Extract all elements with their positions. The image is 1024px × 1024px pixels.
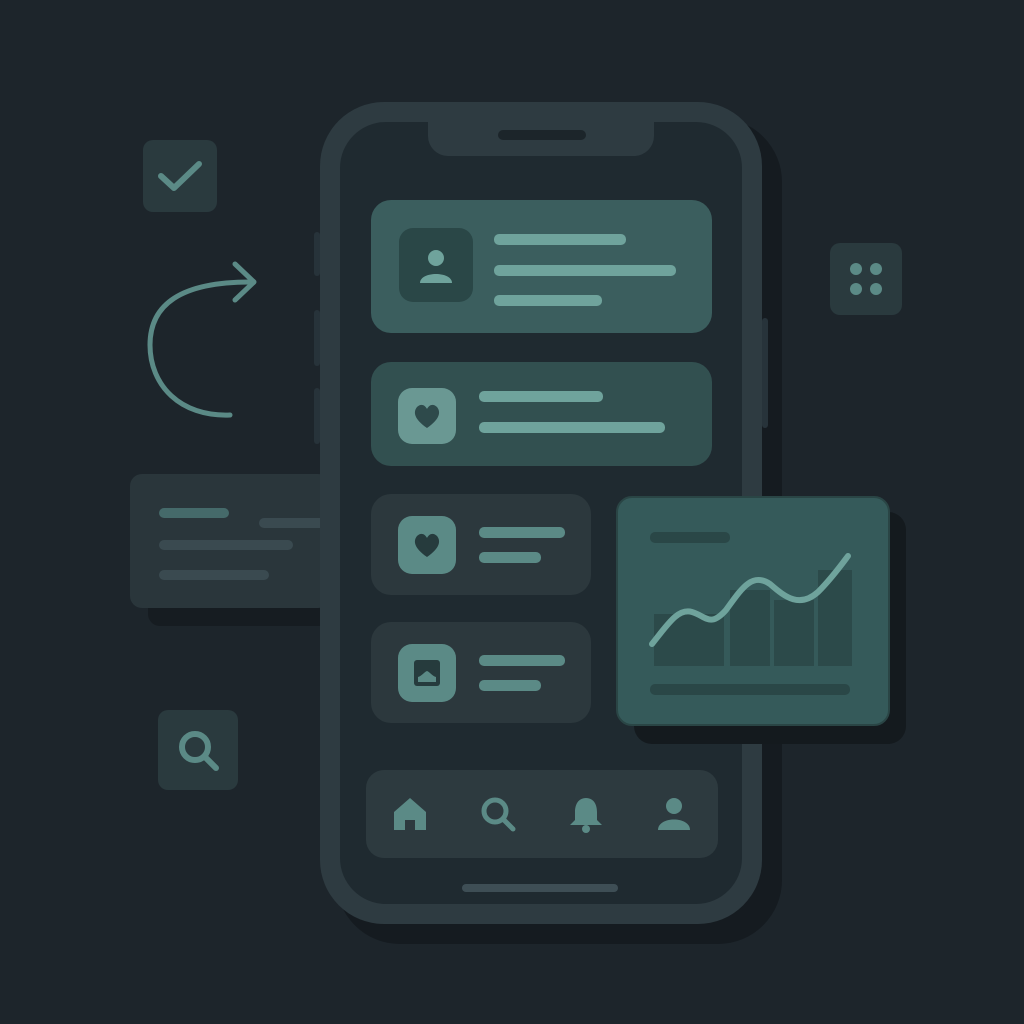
text-line bbox=[479, 680, 541, 691]
text-line bbox=[479, 552, 541, 563]
favorite-card[interactable] bbox=[371, 362, 712, 466]
check-icon bbox=[158, 161, 202, 191]
text-line bbox=[479, 527, 565, 538]
redo-arrow-icon bbox=[147, 261, 257, 418]
text-line bbox=[494, 234, 626, 245]
grid-icon bbox=[850, 263, 882, 295]
text-line bbox=[494, 295, 602, 306]
text-line bbox=[479, 422, 665, 433]
chart-card[interactable] bbox=[616, 496, 890, 726]
bottom-nav bbox=[366, 770, 718, 858]
text-line bbox=[159, 508, 229, 518]
text-line bbox=[479, 655, 565, 666]
nav-profile[interactable] bbox=[650, 790, 698, 838]
search-tile[interactable] bbox=[158, 710, 238, 790]
chart-title-line bbox=[650, 532, 730, 543]
phone-speaker bbox=[498, 130, 586, 140]
bell-icon bbox=[570, 798, 602, 833]
text-card[interactable] bbox=[130, 474, 330, 608]
heart-icon bbox=[414, 404, 440, 428]
side-button[interactable] bbox=[314, 388, 320, 444]
image-box bbox=[398, 644, 456, 702]
image-card[interactable] bbox=[371, 622, 591, 723]
user-icon bbox=[420, 250, 452, 283]
favorite-card-small[interactable] bbox=[371, 494, 591, 595]
search-icon bbox=[179, 731, 219, 771]
avatar-box bbox=[399, 228, 473, 302]
home-indicator bbox=[462, 884, 618, 892]
check-tile[interactable] bbox=[143, 140, 217, 212]
text-line bbox=[479, 391, 603, 402]
text-line bbox=[159, 570, 269, 580]
grid-tile[interactable] bbox=[830, 243, 902, 315]
text-line bbox=[159, 540, 293, 550]
image-icon bbox=[414, 660, 440, 686]
user-icon bbox=[658, 798, 690, 830]
nav-home[interactable] bbox=[386, 790, 434, 838]
nav-notifications[interactable] bbox=[562, 790, 610, 838]
nav-search[interactable] bbox=[474, 790, 522, 838]
chart-footer-line bbox=[650, 684, 850, 695]
profile-card[interactable] bbox=[371, 200, 712, 333]
heart-icon bbox=[414, 533, 440, 557]
search-icon bbox=[481, 797, 516, 832]
heart-box bbox=[398, 516, 456, 574]
text-line bbox=[494, 265, 676, 276]
text-line bbox=[259, 518, 329, 528]
heart-box bbox=[398, 388, 456, 444]
side-button[interactable] bbox=[314, 310, 320, 366]
home-icon bbox=[394, 798, 426, 830]
line-chart-icon bbox=[649, 553, 852, 666]
side-button[interactable] bbox=[314, 232, 320, 276]
side-button[interactable] bbox=[762, 318, 768, 428]
